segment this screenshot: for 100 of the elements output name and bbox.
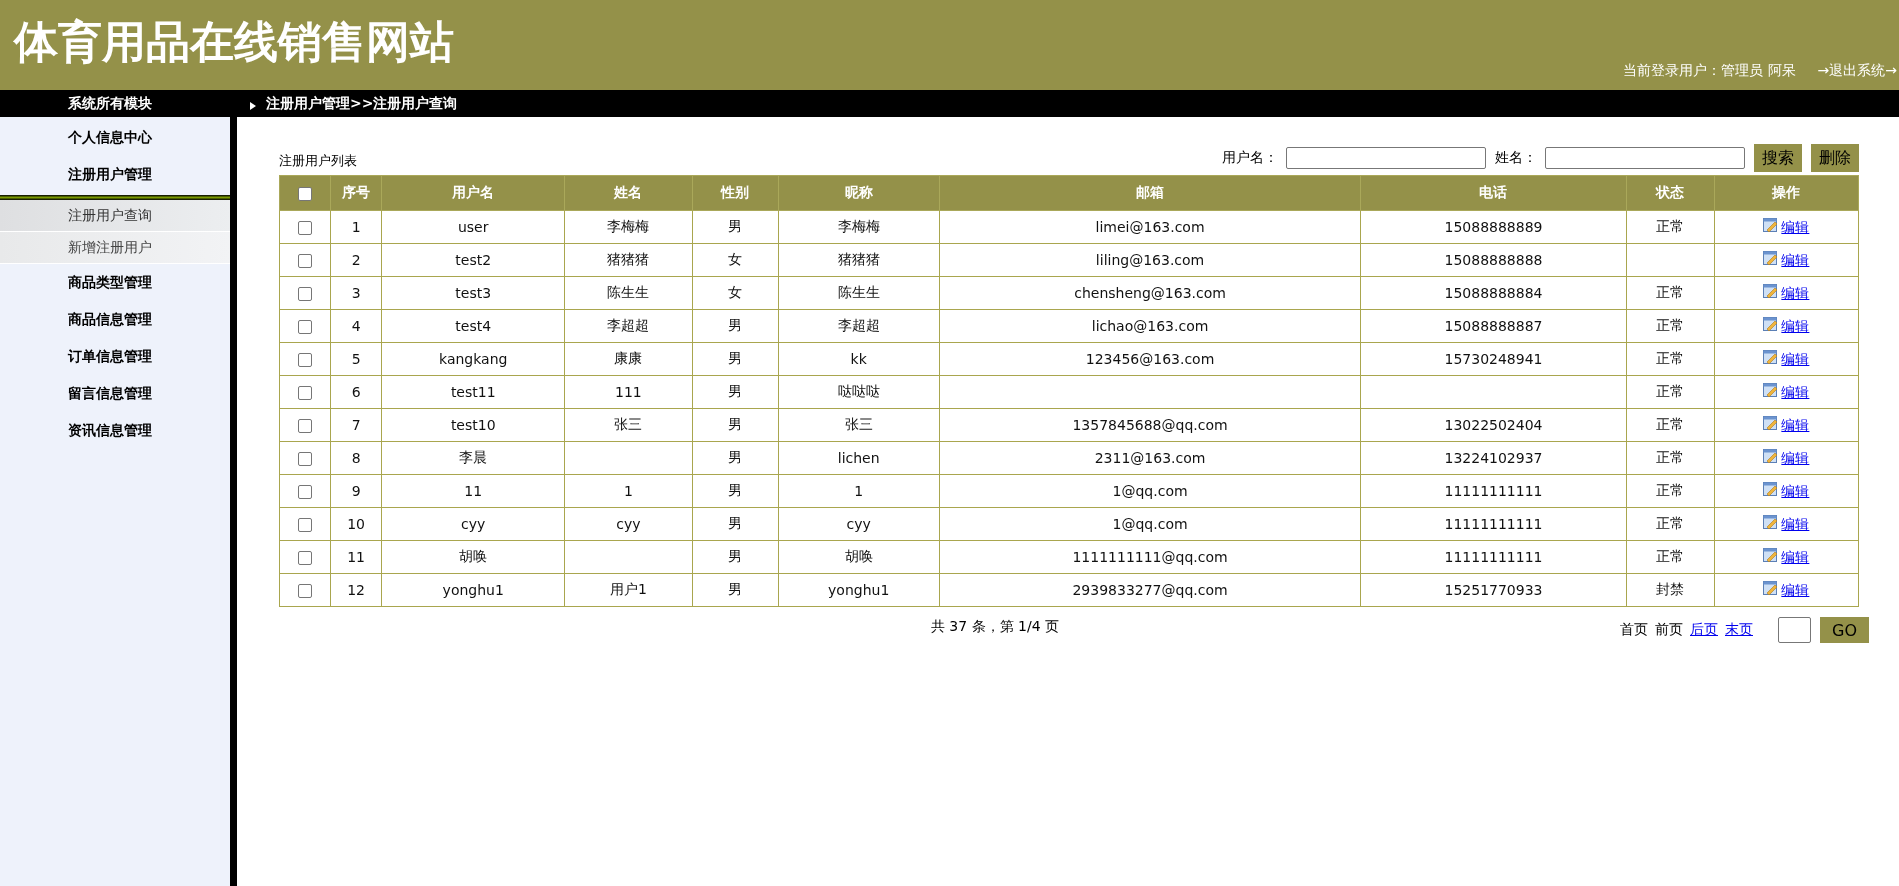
- row-checkbox[interactable]: [298, 353, 313, 367]
- edit-link[interactable]: 编辑: [1781, 515, 1810, 532]
- field-label: 姓名：: [1495, 149, 1537, 167]
- page-input[interactable]: [1778, 617, 1811, 643]
- table-cell: 15088888888: [1444, 252, 1543, 268]
- table-cell: 男: [728, 482, 743, 498]
- row-checkbox[interactable]: [298, 584, 313, 598]
- sidebar-item[interactable]: 资讯信息管理: [0, 412, 231, 449]
- table-cell: 1@qq.com: [1112, 483, 1188, 499]
- table-cell: 张三: [614, 416, 643, 432]
- edit-link[interactable]: 编辑: [1781, 350, 1810, 367]
- table-cell: cyy: [616, 516, 641, 532]
- page-link[interactable]: 末页: [1725, 621, 1753, 639]
- table-cell: lichen: [837, 450, 880, 466]
- edit-icon: [1763, 415, 1779, 431]
- table-cell: 正常: [1656, 449, 1685, 465]
- edit-link[interactable]: 编辑: [1781, 317, 1810, 334]
- edit-link[interactable]: 编辑: [1781, 251, 1810, 268]
- table-cell: 1: [854, 483, 864, 499]
- table-cell: 15088888887: [1444, 318, 1543, 334]
- row-checkbox[interactable]: [298, 452, 313, 466]
- search-field[interactable]: [1545, 147, 1745, 169]
- breadcrumb: 注册用户管理>>注册用户查询: [266, 94, 458, 113]
- row-checkbox[interactable]: [298, 386, 313, 400]
- table-cell: 10: [347, 516, 365, 532]
- current-user-text: 当前登录用户：管理员 阿呆: [1623, 62, 1796, 80]
- table-cell: 7: [351, 417, 361, 433]
- sidebar-subitem[interactable]: 注册用户查询: [0, 200, 231, 232]
- search-field[interactable]: [1286, 147, 1486, 169]
- table-cell: 陈生生: [837, 284, 880, 300]
- table-cell: cyy: [461, 516, 486, 532]
- sidebar-item[interactable]: 商品类型管理: [0, 264, 231, 301]
- table-cell: 李超超: [607, 317, 650, 333]
- table-cell: 用户1: [609, 581, 647, 597]
- go-button[interactable]: GO: [1820, 617, 1869, 643]
- table-cell: 女: [728, 284, 743, 300]
- table-cell: test3: [455, 285, 492, 301]
- row-checkbox[interactable]: [298, 518, 313, 532]
- page-link[interactable]: 后页: [1690, 621, 1718, 639]
- edit-link[interactable]: 编辑: [1781, 449, 1810, 466]
- table-cell: 正常: [1656, 383, 1685, 399]
- row-checkbox[interactable]: [298, 320, 313, 334]
- row-checkbox[interactable]: [298, 221, 313, 235]
- edit-link[interactable]: 编辑: [1781, 581, 1810, 598]
- table-cell: 15088888884: [1444, 285, 1543, 301]
- table-cell: 11: [347, 549, 365, 565]
- sidebar-item[interactable]: 注册用户管理: [0, 156, 231, 193]
- table-cell: 胡唤: [844, 548, 873, 564]
- table-cell: 13224102937: [1444, 450, 1543, 466]
- edit-icon: [1763, 481, 1779, 497]
- row-checkbox[interactable]: [298, 551, 313, 565]
- table-cell: 哒哒哒: [837, 383, 880, 399]
- table-cell: 女: [728, 251, 743, 267]
- select-all-checkbox[interactable]: [298, 187, 313, 201]
- table-cell: 张三: [844, 416, 873, 432]
- edit-link[interactable]: 编辑: [1781, 218, 1810, 235]
- table-cell: 封禁: [1656, 581, 1685, 597]
- edit-link[interactable]: 编辑: [1781, 482, 1810, 499]
- table-cell: 正常: [1656, 350, 1685, 366]
- table-cell: test10: [450, 417, 496, 433]
- table-cell: 15251770933: [1444, 582, 1543, 598]
- table-cell: 陈生生: [607, 284, 650, 300]
- row-checkbox[interactable]: [298, 419, 313, 433]
- action-button[interactable]: 搜索: [1754, 144, 1802, 172]
- edit-link[interactable]: 编辑: [1781, 548, 1810, 565]
- table-cell: kk: [850, 351, 867, 367]
- table-cell: 李超超: [837, 317, 880, 333]
- sidebar-item[interactable]: 留言信息管理: [0, 375, 231, 412]
- table-cell: 李梅梅: [607, 218, 650, 234]
- table-cell: 男: [728, 317, 743, 333]
- row-checkbox[interactable]: [298, 287, 313, 301]
- row-checkbox[interactable]: [298, 254, 313, 268]
- table-cell: 1: [623, 483, 633, 499]
- sidebar-subitem[interactable]: 新增注册用户: [0, 232, 231, 264]
- table-cell: 正常: [1656, 317, 1685, 333]
- table-cell: 男: [728, 515, 743, 531]
- sidebar-item[interactable]: 订单信息管理: [0, 338, 231, 375]
- edit-link[interactable]: 编辑: [1781, 383, 1810, 400]
- table-cell: user: [457, 219, 489, 235]
- table-cell: 12: [347, 582, 365, 598]
- edit-link[interactable]: 编辑: [1781, 284, 1810, 301]
- sidebar-item[interactable]: 个人信息中心: [0, 119, 231, 156]
- table-cell: 1111111111@qq.com: [1072, 549, 1228, 565]
- table-cell: 男: [728, 383, 743, 399]
- edit-link[interactable]: 编辑: [1781, 416, 1810, 433]
- edit-icon: [1763, 316, 1779, 332]
- table-cell: liling@163.com: [1095, 252, 1205, 268]
- table-cell: 123456@163.com: [1085, 351, 1215, 367]
- table-cell: 4: [351, 318, 361, 334]
- table-cell: 正常: [1656, 218, 1685, 234]
- row-checkbox[interactable]: [298, 485, 313, 499]
- table-cell: 正常: [1656, 284, 1685, 300]
- edit-icon: [1763, 250, 1779, 266]
- page-summary: 共 37 条，第 1/4 页: [929, 617, 1059, 636]
- table-cell: 猪猪猪: [837, 251, 880, 267]
- table-cell: 李梅梅: [837, 218, 880, 234]
- sidebar-item[interactable]: 商品信息管理: [0, 301, 231, 338]
- action-button[interactable]: 删除: [1811, 144, 1859, 172]
- table-cell: 正常: [1656, 548, 1685, 564]
- field-label: 用户名：: [1222, 149, 1278, 167]
